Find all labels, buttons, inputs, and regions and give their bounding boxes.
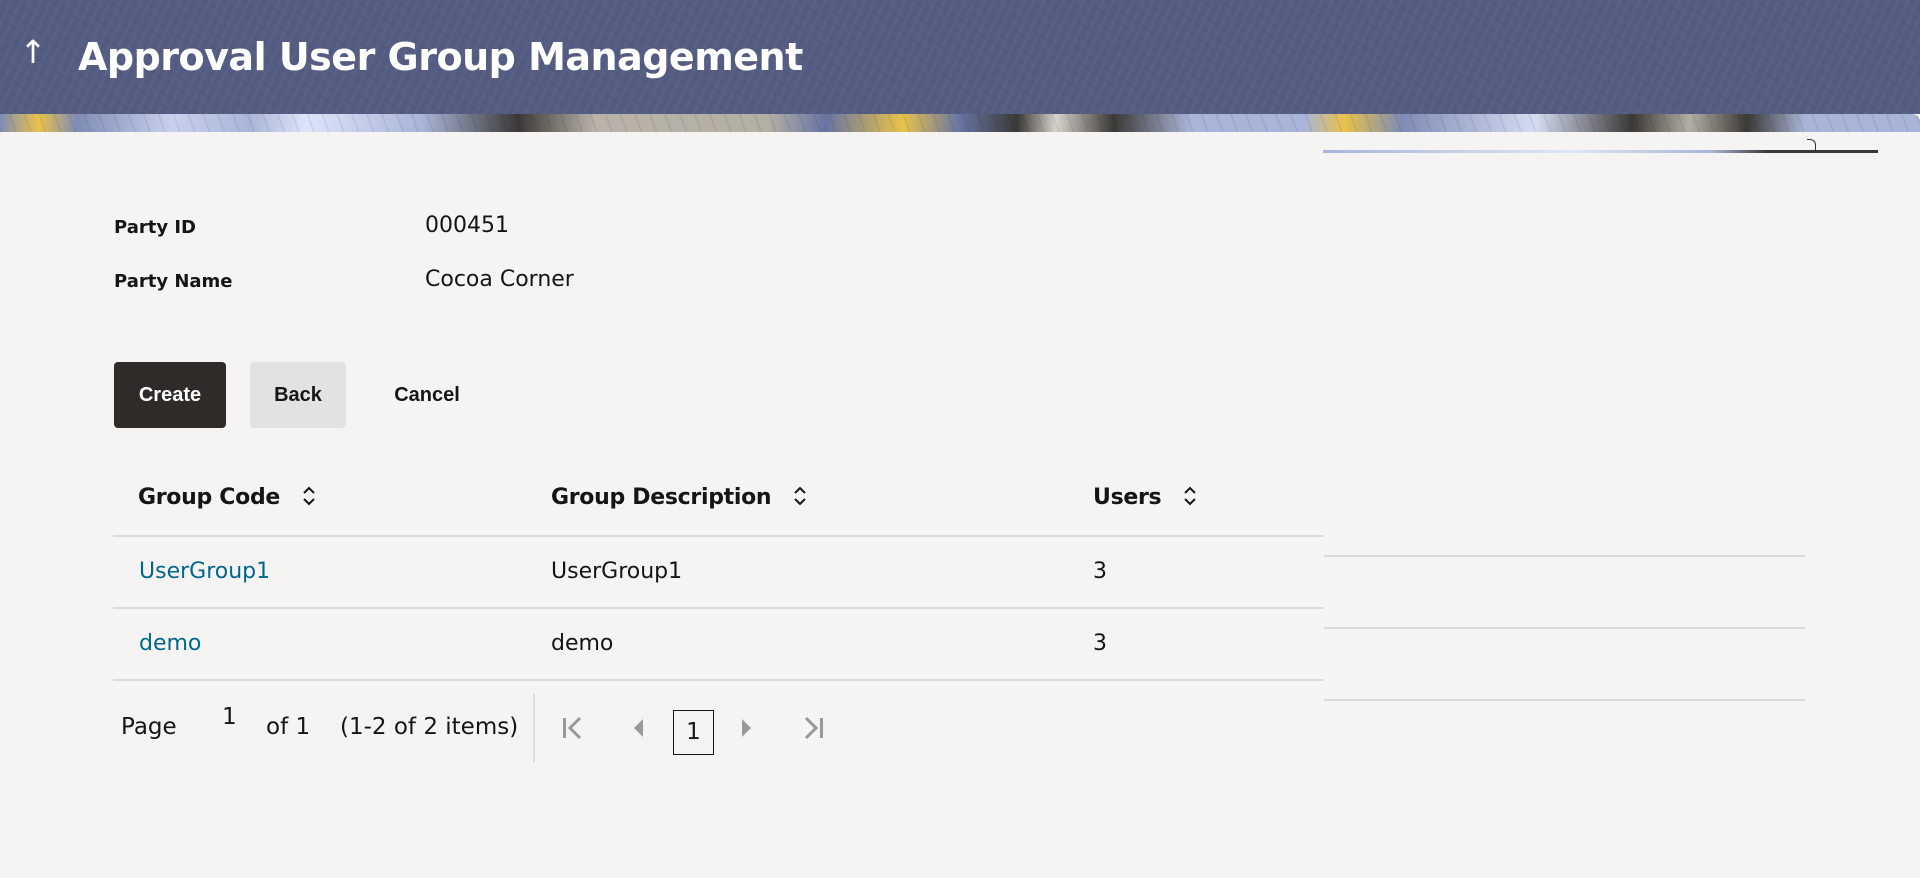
page-of-label: of 1	[266, 714, 311, 740]
page-number-button[interactable]: 1	[673, 710, 714, 755]
page-title: Approval User Group Management	[78, 35, 803, 79]
decorative-banner-stripe	[0, 114, 1920, 132]
row-divider	[113, 679, 1323, 681]
row-divider-extension	[1324, 627, 1805, 629]
back-arrow-icon[interactable]: ↑	[18, 32, 48, 72]
decorative-line	[1323, 150, 1878, 153]
column-header-label: Group Code	[138, 485, 281, 510]
page-label: Page	[121, 714, 177, 740]
group-code-link[interactable]: UserGroup1	[139, 556, 270, 588]
users-count-cell: 3	[1093, 631, 1107, 656]
pager-divider	[533, 694, 535, 762]
party-name-label: Party Name	[114, 271, 233, 292]
party-name-value: Cocoa Corner	[425, 267, 574, 292]
column-header-label: Group Description	[551, 485, 772, 510]
party-id-label: Party ID	[114, 217, 196, 238]
sort-updown-icon[interactable]	[1183, 485, 1197, 507]
group-code-link[interactable]: demo	[139, 628, 201, 660]
users-count-cell: 3	[1093, 559, 1107, 584]
group-description-cell: UserGroup1	[551, 559, 683, 584]
items-summary: (1-2 of 2 items)	[340, 714, 519, 740]
cancel-button[interactable]: Cancel	[370, 362, 484, 428]
first-page-icon[interactable]	[561, 715, 585, 765]
column-header-group-description[interactable]: Group Description	[551, 482, 807, 514]
previous-page-icon[interactable]	[632, 718, 644, 768]
pagination: Page 1 of 1 (1-2 of 2 items) 1	[121, 694, 841, 762]
decorative-hook	[1807, 139, 1816, 151]
sort-updown-icon[interactable]	[302, 485, 316, 507]
row-divider	[113, 535, 1323, 537]
last-page-icon[interactable]	[801, 715, 825, 765]
current-page-input[interactable]: 1	[222, 701, 237, 733]
back-button[interactable]: Back	[250, 362, 346, 428]
row-divider-extension	[1324, 699, 1805, 701]
column-header-group-code[interactable]: Group Code	[138, 482, 316, 514]
column-header-users[interactable]: Users	[1093, 482, 1197, 514]
next-page-icon[interactable]	[741, 718, 753, 768]
page-header: ↑ Approval User Group Management	[0, 0, 1920, 114]
row-divider-extension	[1324, 555, 1805, 557]
group-description-cell: demo	[551, 631, 614, 656]
row-divider	[113, 607, 1323, 609]
party-id-value: 000451	[425, 213, 509, 238]
column-header-label: Users	[1093, 485, 1162, 510]
create-button[interactable]: Create	[114, 362, 226, 428]
sort-updown-icon[interactable]	[793, 485, 807, 507]
